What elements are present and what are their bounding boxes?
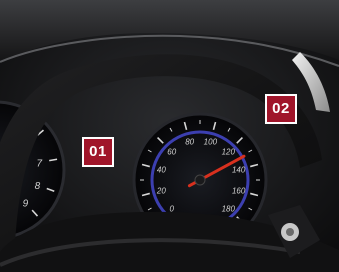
needle-hub xyxy=(194,174,206,186)
speed-tick-label: 160 xyxy=(232,186,246,195)
callout-badge-01: 01 xyxy=(82,137,114,167)
speed-tick-label: 60 xyxy=(167,148,176,157)
dashboard-photo: 6789 020406080100120140160180 01 02 xyxy=(0,0,339,272)
speed-tick-label: 20 xyxy=(156,186,166,195)
speed-tick-label: 0 xyxy=(169,204,174,213)
tach-tick-label: 8 xyxy=(35,181,41,192)
speed-tick-label: 80 xyxy=(185,137,194,146)
speed-tick-label: 100 xyxy=(204,137,218,146)
tach-tick-label: 9 xyxy=(23,199,29,210)
speed-tick-label: 180 xyxy=(222,204,236,213)
callout-badge-02: 02 xyxy=(265,94,297,124)
speed-tick-label: 140 xyxy=(232,166,246,175)
speed-tick-label: 40 xyxy=(157,166,166,175)
tach-tick-label: 7 xyxy=(37,158,43,169)
instrument-cluster-scene: 6789 020406080100120140160180 xyxy=(0,0,339,272)
speed-tick-label: 120 xyxy=(222,148,236,157)
